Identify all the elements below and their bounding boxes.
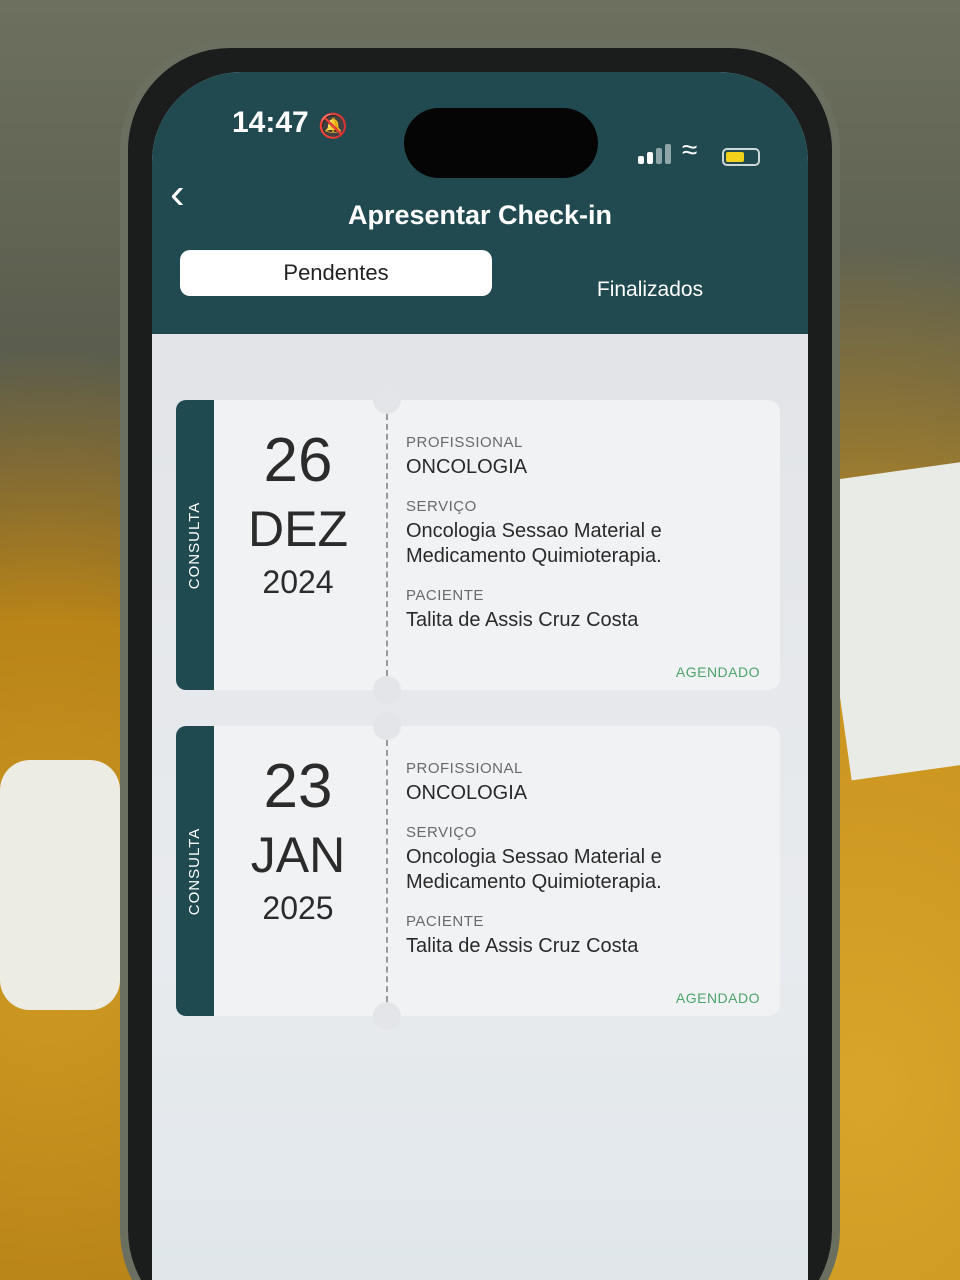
tab-pendentes[interactable]: Pendentes <box>180 250 492 296</box>
appointment-day: 26 <box>263 426 333 495</box>
status-time: 14:47 <box>232 106 309 139</box>
appointments-list: CONSULTA 26 DEZ 2024 PROFISSIONAL ONCOLO… <box>152 334 808 1280</box>
servico-value: Oncologia Sessao Material e Medicamento … <box>406 520 662 567</box>
ticket-perforation <box>386 414 388 676</box>
card-type-label: CONSULTA <box>186 501 204 589</box>
appointment-year: 2024 <box>262 564 334 600</box>
paciente-label: PACIENTE <box>406 913 484 930</box>
ticket-notch <box>373 1002 401 1030</box>
paciente-value: Talita de Assis Cruz Costa <box>406 935 639 957</box>
appointment-year: 2025 <box>262 890 334 926</box>
card-type-label: CONSULTA <box>186 827 204 915</box>
battery-icon <box>722 148 760 166</box>
paciente-label: PACIENTE <box>406 587 484 604</box>
appointment-card[interactable]: CONSULTA 23 JAN 2025 PROFISSIONAL ONCOLO… <box>176 712 780 1030</box>
status-badge: AGENDADO <box>675 990 760 1006</box>
appointment-details: PROFISSIONAL ONCOLOGIA SERVIÇO Oncologia… <box>406 434 766 651</box>
appointment-month: JAN <box>250 827 346 883</box>
appointment-day: 23 <box>263 752 333 821</box>
background-tissue <box>0 760 120 1010</box>
paciente-value: Talita de Assis Cruz Costa <box>406 609 639 631</box>
profissional-label: PROFISSIONAL <box>406 434 523 451</box>
signal-icon <box>638 144 671 164</box>
profissional-label: PROFISSIONAL <box>406 760 523 777</box>
ticket-notch <box>373 386 401 414</box>
servico-label: SERVIÇO <box>406 824 477 841</box>
app-header: 14:47 🔕 ≈ ‹ Apresentar Check-in Pendente… <box>152 72 808 334</box>
tab-finalizados[interactable]: Finalizados <box>530 268 770 312</box>
appointment-date: 26 DEZ 2024 <box>214 400 382 690</box>
status-badge: AGENDADO <box>675 664 760 680</box>
profissional-value: ONCOLOGIA <box>406 456 528 478</box>
profissional-value: ONCOLOGIA <box>406 782 528 804</box>
ticket-perforation <box>386 740 388 1002</box>
appointment-details: PROFISSIONAL ONCOLOGIA SERVIÇO Oncologia… <box>406 760 766 977</box>
tabs-bar: Pendentes Finalizados <box>180 250 784 301</box>
bell-slash-icon: 🔕 <box>318 113 348 140</box>
appointment-card[interactable]: CONSULTA 26 DEZ 2024 PROFISSIONAL ONCOLO… <box>176 386 780 704</box>
page-title: Apresentar Check-in <box>347 200 613 230</box>
appointment-date: 23 JAN 2025 <box>214 726 382 1016</box>
photo-scene: 14:47 🔕 ≈ ‹ Apresentar Check-in Pendente… <box>0 0 960 1280</box>
wifi-icon: ≈ <box>682 134 698 165</box>
ticket-notch <box>373 676 401 704</box>
ticket-notch <box>373 712 401 740</box>
appointment-month: DEZ <box>248 501 348 557</box>
servico-label: SERVIÇO <box>406 498 477 515</box>
dynamic-island <box>404 108 598 178</box>
phone-screen: 14:47 🔕 ≈ ‹ Apresentar Check-in Pendente… <box>152 72 808 1280</box>
servico-value: Oncologia Sessao Material e Medicamento … <box>406 846 662 893</box>
